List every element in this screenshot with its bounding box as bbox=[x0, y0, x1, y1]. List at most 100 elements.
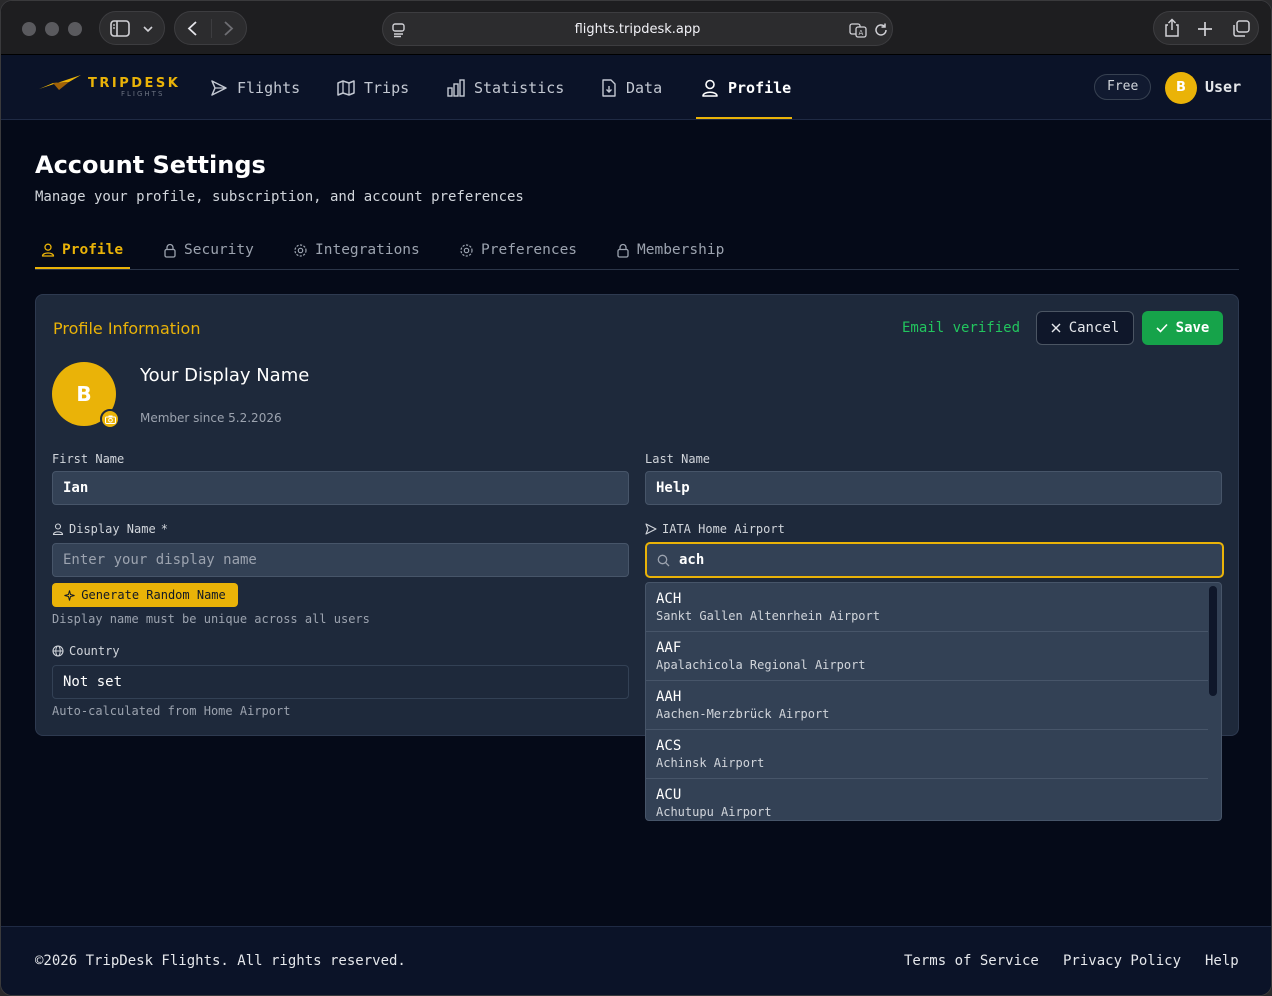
terms-link[interactable]: Terms of Service bbox=[904, 953, 1039, 969]
nav-active-indicator bbox=[696, 117, 792, 119]
country-field: Not set bbox=[52, 665, 629, 699]
generate-name-button[interactable]: Generate Random Name bbox=[52, 583, 238, 607]
tab-profile[interactable]: Profile bbox=[41, 231, 123, 269]
close-icon bbox=[1051, 323, 1061, 333]
airport-option[interactable]: ACS Achinsk Airport bbox=[646, 730, 1208, 779]
window-actions bbox=[1153, 11, 1259, 45]
member-since-text: Member since 5.2.2026 bbox=[140, 411, 282, 425]
browser-window: flights.tripdesk.app A TRIPDESK FLIGHTS … bbox=[0, 0, 1272, 996]
tab-integrations[interactable]: Integrations bbox=[293, 231, 420, 269]
tab-membership-label: Membership bbox=[637, 242, 725, 258]
camera-icon bbox=[104, 415, 116, 424]
app-header: TRIPDESK FLIGHTS Flights Trips Statistic… bbox=[1, 55, 1271, 120]
history-nav bbox=[174, 11, 247, 45]
last-name-field[interactable]: Help bbox=[645, 471, 1222, 505]
nav-data-label: Data bbox=[626, 78, 663, 97]
airport-option[interactable]: ACU Achutupu Airport bbox=[646, 779, 1208, 820]
zoom-window-button[interactable] bbox=[68, 22, 82, 36]
close-window-button[interactable] bbox=[22, 22, 36, 36]
display-name-heading: Your Display Name bbox=[140, 365, 310, 386]
country-hint: Auto-calculated from Home Airport bbox=[52, 704, 291, 718]
home-airport-search[interactable]: ach bbox=[645, 542, 1224, 578]
airport-name: Achinsk Airport bbox=[656, 756, 765, 770]
reload-icon[interactable] bbox=[873, 22, 889, 38]
brand-name: TRIPDESK bbox=[88, 76, 181, 91]
airport-code: ACU bbox=[656, 787, 682, 803]
change-photo-button[interactable] bbox=[100, 409, 120, 429]
send-icon bbox=[645, 523, 657, 535]
tab-security-label: Security bbox=[184, 242, 254, 258]
check-icon bbox=[1156, 323, 1168, 333]
nav-profile[interactable]: Profile bbox=[701, 55, 791, 120]
url-text: flights.tripdesk.app bbox=[574, 22, 701, 37]
search-icon bbox=[657, 554, 670, 567]
home-airport-label-row: IATA Home Airport bbox=[645, 522, 785, 536]
sidebar-toggle-button[interactable] bbox=[99, 11, 165, 45]
sparkle-icon bbox=[64, 589, 75, 601]
back-icon[interactable] bbox=[186, 20, 200, 37]
airport-option[interactable]: ACH Sankt Gallen Altenrhein Airport bbox=[646, 583, 1208, 632]
tab-profile-label: Profile bbox=[62, 242, 124, 258]
nav-statistics-label: Statistics bbox=[474, 78, 565, 97]
settings-tabs: Profile Security Integrations Preference… bbox=[35, 231, 1239, 270]
home-airport-value: ach bbox=[679, 552, 705, 568]
send-icon bbox=[211, 79, 227, 96]
help-link[interactable]: Help bbox=[1205, 953, 1239, 969]
dropdown-scrollbar[interactable] bbox=[1209, 586, 1217, 696]
last-name-label: Last Name bbox=[645, 452, 711, 466]
browser-toolbar: flights.tripdesk.app A bbox=[1, 1, 1271, 55]
tab-membership[interactable]: Membership bbox=[616, 231, 724, 269]
forward-icon[interactable] bbox=[221, 20, 235, 37]
plan-badge[interactable]: Free bbox=[1094, 74, 1152, 100]
first-name-field[interactable]: Ian bbox=[52, 471, 629, 505]
nav-data[interactable]: Data bbox=[600, 55, 662, 120]
nav-flights-label: Flights bbox=[237, 78, 301, 97]
brand-logo[interactable]: TRIPDESK FLIGHTS bbox=[39, 73, 178, 98]
avatar[interactable]: B bbox=[1165, 72, 1197, 104]
user-icon bbox=[52, 523, 64, 535]
tab-preferences-label: Preferences bbox=[481, 242, 578, 258]
file-download-icon bbox=[602, 78, 616, 97]
airport-option[interactable]: AAH Aachen-Merzbrück Airport bbox=[646, 681, 1208, 730]
tab-preferences[interactable]: Preferences bbox=[459, 231, 577, 269]
new-tab-icon[interactable] bbox=[1197, 21, 1213, 37]
cancel-button[interactable]: Cancel bbox=[1036, 311, 1134, 345]
svg-text:A: A bbox=[859, 29, 864, 37]
user-menu-label[interactable]: User bbox=[1205, 78, 1241, 96]
display-name-label-row: Display Name * bbox=[52, 522, 168, 536]
display-name-label: Display Name bbox=[69, 522, 156, 536]
chevron-down-icon bbox=[143, 26, 153, 33]
airport-code: ACH bbox=[656, 591, 682, 607]
airport-option[interactable]: AAF Apalachicola Regional Airport bbox=[646, 632, 1208, 681]
generate-name-label: Generate Random Name bbox=[81, 588, 226, 602]
share-icon[interactable] bbox=[1163, 18, 1181, 38]
airport-dropdown: ACH Sankt Gallen Altenrhein Airport AAF … bbox=[645, 582, 1222, 821]
tab-overview-icon[interactable] bbox=[1232, 20, 1251, 38]
required-marker: * bbox=[160, 522, 168, 536]
page-footer: ©2026 TripDesk Flights. All rights reser… bbox=[1, 926, 1271, 995]
plane-logo-icon bbox=[39, 75, 81, 90]
brand-subtitle: FLIGHTS bbox=[121, 90, 165, 98]
minimize-window-button[interactable] bbox=[45, 22, 59, 36]
tab-security[interactable]: Security bbox=[163, 231, 254, 269]
nav-profile-label: Profile bbox=[728, 78, 792, 97]
gear-icon bbox=[460, 243, 473, 257]
tab-active-indicator bbox=[35, 267, 130, 269]
nav-statistics[interactable]: Statistics bbox=[447, 55, 564, 120]
section-title: Profile Information bbox=[53, 319, 201, 338]
sidebar-icon bbox=[110, 20, 130, 37]
privacy-link[interactable]: Privacy Policy bbox=[1063, 953, 1181, 969]
address-bar[interactable]: flights.tripdesk.app A bbox=[382, 12, 893, 46]
first-name-label: First Name bbox=[52, 452, 125, 466]
nav-trips-label: Trips bbox=[364, 78, 410, 97]
airport-code: AAF bbox=[656, 640, 682, 656]
lock-icon bbox=[617, 243, 629, 258]
display-name-hint: Display name must be unique across all u… bbox=[52, 612, 370, 626]
home-airport-label: IATA Home Airport bbox=[662, 522, 785, 536]
save-button[interactable]: Save bbox=[1142, 311, 1223, 345]
nav-flights[interactable]: Flights bbox=[210, 55, 300, 120]
translate-icon[interactable]: A bbox=[849, 22, 867, 38]
nav-trips[interactable]: Trips bbox=[337, 55, 409, 120]
map-icon bbox=[337, 79, 355, 96]
display-name-field[interactable]: Enter your display name bbox=[52, 543, 629, 577]
